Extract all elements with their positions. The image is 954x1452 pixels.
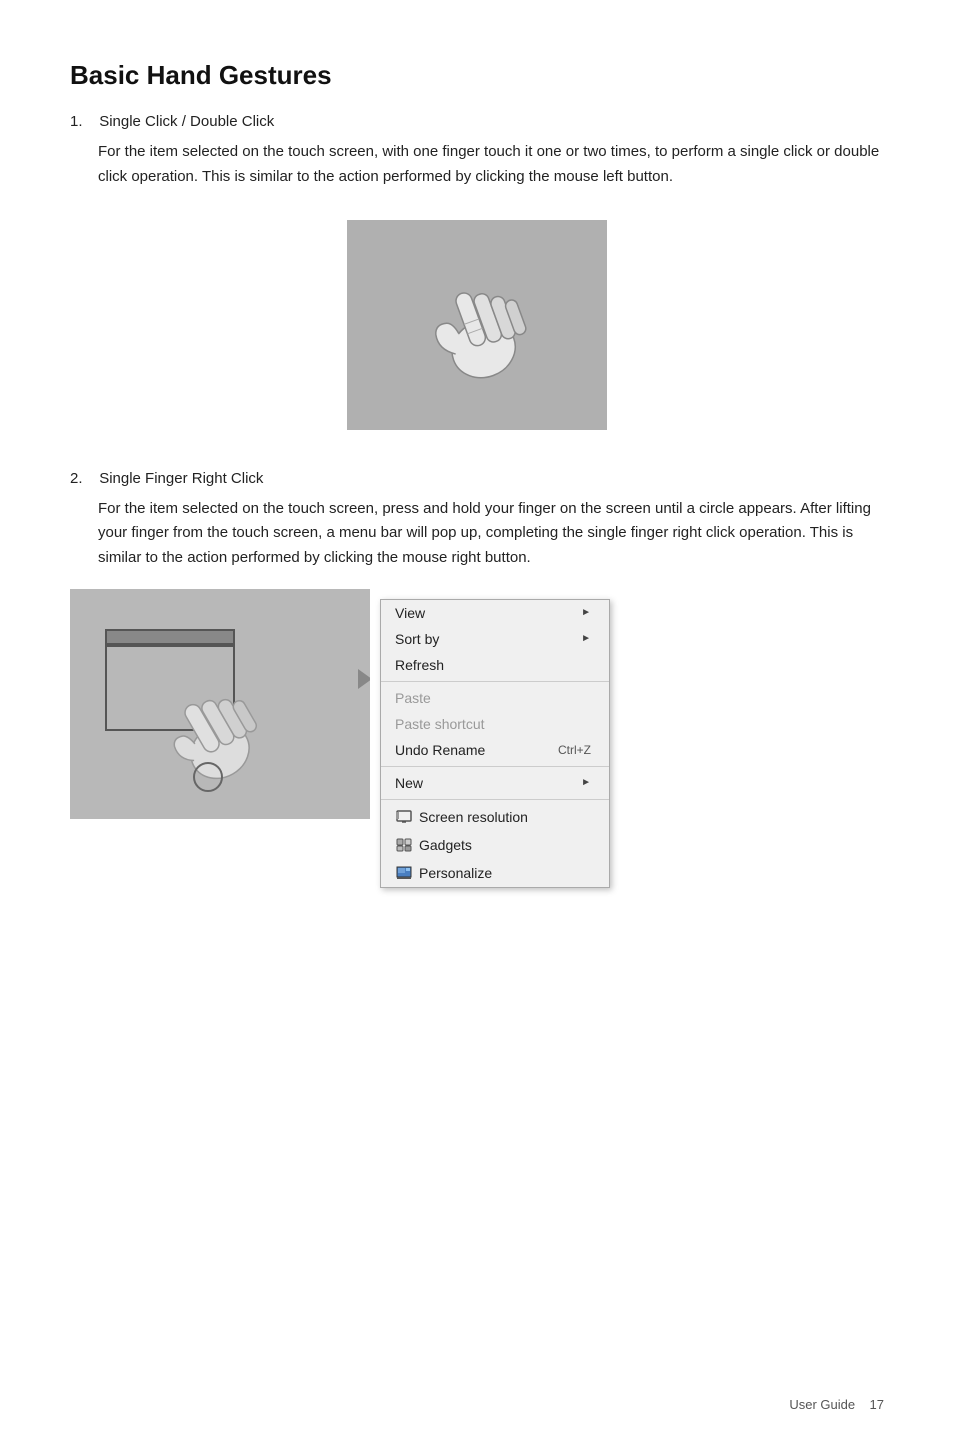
menu-item-gadgets[interactable]: Gadgets (381, 831, 609, 859)
footer-label: User Guide (789, 1397, 855, 1412)
menu-item-screen-resolution[interactable]: Screen resolution (381, 803, 609, 831)
menu-separator-1 (381, 681, 609, 682)
page-title: Basic Hand Gestures (70, 60, 884, 91)
section-1-body: For the item selected on the touch scree… (98, 140, 884, 190)
gadgets-icon (395, 836, 413, 854)
menu-separator-2 (381, 766, 609, 767)
menu-item-personalize[interactable]: Personalize (381, 859, 609, 887)
section-2-title: Single Finger Right Click (99, 470, 263, 487)
menu-item-view[interactable]: View ► (381, 600, 609, 626)
gesture-image-1 (70, 220, 884, 430)
section-2-body: For the item selected on the touch scree… (98, 497, 884, 571)
section-2-number: 2. (70, 470, 83, 487)
section-2-content: View ► Sort by ► Refresh (70, 589, 884, 888)
single-click-image (347, 220, 607, 430)
section-2-header: 2. Single Finger Right Click (70, 470, 884, 487)
hand-gesture-svg-2 (120, 669, 300, 799)
personalize-icon (395, 864, 413, 882)
menu-arrow-new: ► (581, 777, 591, 788)
section-2: 2. Single Finger Right Click For the ite… (70, 470, 884, 888)
section-1-number: 1. (70, 113, 83, 130)
context-menu: View ► Sort by ► Refresh (380, 599, 610, 888)
menu-separator-3 (381, 799, 609, 800)
taskbar (105, 629, 235, 645)
screen-icon (395, 808, 413, 826)
right-click-image (70, 589, 370, 819)
section-1: 1. Single Click / Double Click For the i… (70, 113, 884, 430)
section-1-header: 1. Single Click / Double Click (70, 113, 884, 130)
hand-gesture-svg-1 (397, 245, 557, 405)
menu-item-sortby[interactable]: Sort by ► (381, 626, 609, 652)
footer: User Guide 17 (789, 1397, 884, 1412)
section-1-title: Single Click / Double Click (99, 113, 274, 130)
menu-arrow-sortby: ► (581, 633, 591, 644)
menu-item-refresh[interactable]: Refresh (381, 652, 609, 678)
menu-item-new[interactable]: New ► (381, 770, 609, 796)
arrow-to-menu (358, 669, 370, 689)
menu-item-undo-rename[interactable]: Undo Rename Ctrl+Z (381, 737, 609, 763)
page-container: Basic Hand Gestures 1. Single Click / Do… (0, 0, 954, 968)
footer-page-number: 17 (870, 1397, 884, 1412)
undo-rename-shortcut: Ctrl+Z (558, 743, 591, 757)
menu-item-paste: Paste (381, 685, 609, 711)
menu-item-paste-shortcut: Paste shortcut (381, 711, 609, 737)
menu-arrow-view: ► (581, 607, 591, 618)
